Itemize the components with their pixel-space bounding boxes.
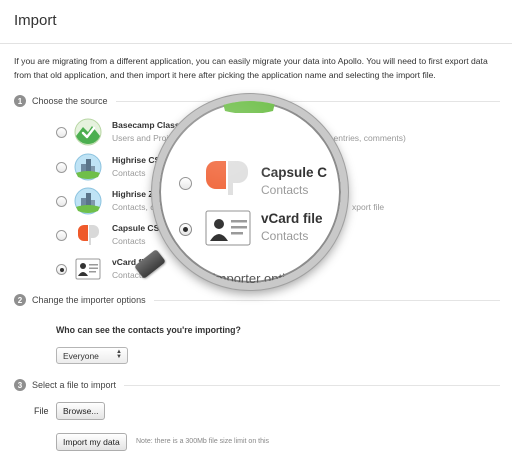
section-importer-options: 2 Change the importer options <box>14 293 500 307</box>
capsule-icon <box>78 224 99 245</box>
page-title: Import <box>14 12 57 29</box>
highrise-icon <box>223 101 275 113</box>
visibility-label: Who can see the contacts you're importin… <box>56 325 241 335</box>
basecamp-icon <box>74 118 102 146</box>
step-badge: 3 <box>14 379 26 391</box>
highrise-icon <box>74 153 102 181</box>
source-radio[interactable] <box>56 127 67 138</box>
source-radio-selected[interactable] <box>56 264 67 275</box>
section-title: Change the importer options <box>32 295 146 305</box>
magnifier-lens: Capsule C Contacts vCard file Contacts g… <box>152 94 348 290</box>
section-title: Choose the source <box>32 96 108 106</box>
magnified-capsule-name: Capsule C <box>261 165 328 180</box>
section-divider <box>153 299 500 301</box>
source-radio[interactable] <box>56 196 67 207</box>
step-badge: 1 <box>14 95 26 107</box>
source-name: Capsule CS <box>112 223 160 233</box>
highrise-icon <box>74 187 102 215</box>
magnified-capsule-radio <box>179 177 192 190</box>
magnifier-content: Capsule C Contacts vCard file Contacts g… <box>159 101 341 283</box>
section-divider <box>124 384 500 386</box>
section-title: Select a file to import <box>32 380 117 390</box>
visibility-select[interactable]: Everyone ▲ ▼ <box>56 347 128 364</box>
source-desc: Contacts <box>112 236 146 246</box>
vcard-icon <box>205 210 251 246</box>
source-radio[interactable] <box>56 230 67 241</box>
magnified-vcard-name: vCard file <box>261 211 323 226</box>
step-badge: 2 <box>14 294 26 306</box>
magnified-capsule-desc: Contacts <box>261 183 309 197</box>
magnified-vcard-desc: Contacts <box>261 229 309 243</box>
page-header: Import <box>0 0 512 44</box>
source-desc: Contacts <box>112 168 146 178</box>
source-radio[interactable] <box>56 162 67 173</box>
file-label: File <box>34 406 49 416</box>
vcard-icon <box>75 258 101 280</box>
select-arrows-icon: ▲ ▼ <box>116 349 122 360</box>
source-desc-tail: xport file <box>352 202 385 212</box>
file-size-note: Note: there is a 300Mb file size limit o… <box>136 438 270 445</box>
visibility-value: Everyone <box>63 351 99 361</box>
browse-button[interactable]: Browse... <box>56 402 106 420</box>
capsule-icon <box>206 161 248 195</box>
magnified-vcard-radio <box>179 223 192 236</box>
import-button[interactable]: Import my data <box>56 433 127 451</box>
section-select-file: 3 Select a file to import <box>14 378 500 392</box>
intro-text: If you are migrating from a different ap… <box>14 56 488 80</box>
